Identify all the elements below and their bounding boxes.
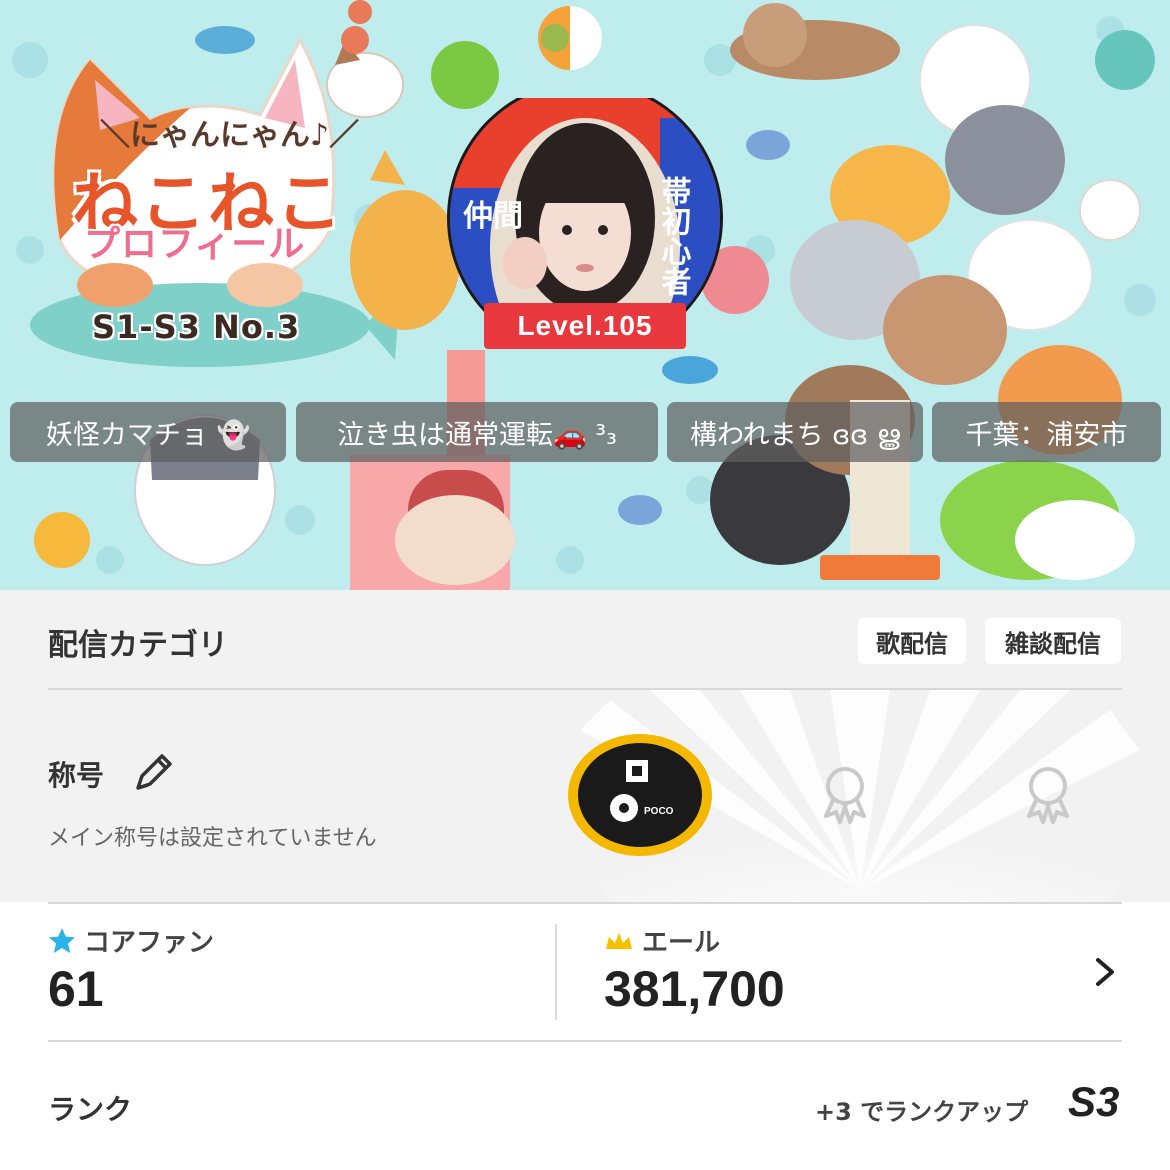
profile-banner: ＼にゃんにゃん♪／ ねこねこ プロフィール S1-S3 No.3 仲間 帯初心者…	[0, 0, 1170, 590]
rank-section[interactable]: ランク +3 でランクアップ S3	[0, 1040, 1170, 1170]
record-medal-icon[interactable]: POCO	[566, 732, 714, 858]
avatar[interactable]: 仲間 帯初心者	[445, 98, 725, 330]
empty-badge-icon[interactable]	[1013, 760, 1083, 830]
banner-rank-text: S1-S3 No.3	[92, 308, 301, 346]
profile-tag: 妖怪カマチョ 👻	[10, 402, 286, 462]
empty-badge-icon[interactable]	[810, 760, 880, 830]
yell-value: 381,700	[604, 961, 785, 1017]
profile-tag: 千葉：浦安市	[932, 402, 1161, 462]
title-label: 称号	[48, 759, 105, 792]
rank-up-hint: +3 でランクアップ	[815, 1098, 1029, 1126]
core-fan-label: コアファン	[48, 922, 214, 959]
category-chip-singing[interactable]: 歌配信	[858, 618, 966, 664]
category-section: 配信カテゴリ 歌配信 雑談配信 称号 メイン称号は設定されていません POCO	[0, 590, 1170, 902]
core-fan-label-text: コアファン	[84, 928, 215, 958]
edit-pencil-icon[interactable]	[130, 750, 176, 796]
section-divider	[48, 1040, 1122, 1042]
avatar-side-text-right: 帯初心者	[656, 176, 692, 296]
core-fan-value: 61	[48, 961, 104, 1017]
section-divider	[48, 902, 1122, 904]
stats-divider	[555, 924, 557, 1020]
banner-subtitle2: プロフィール	[84, 224, 306, 265]
medal-text: POCO	[644, 806, 674, 817]
star-icon	[49, 927, 75, 953]
stats-section[interactable]: コアファン 61 エール 381,700	[0, 902, 1170, 1040]
profile-tag: 泣き虫は通常運転🚗 ³₃	[296, 402, 658, 462]
yell-label: エール	[604, 922, 720, 959]
chevron-right-icon[interactable]	[1090, 954, 1120, 990]
profile-tag: 構われまち ɞɞ ൠ	[667, 402, 923, 462]
rank-value: S3	[1068, 1078, 1120, 1125]
level-badge: Level.105	[484, 303, 686, 349]
rank-label: ランク	[48, 1093, 133, 1126]
yell-label-text: エール	[642, 928, 721, 958]
category-title: 配信カテゴリ	[48, 628, 228, 663]
avatar-side-text-left: 仲間	[463, 199, 523, 234]
category-chip-chat[interactable]: 雑談配信	[985, 618, 1121, 664]
title-not-set-text: メイン称号は設定されていません	[48, 826, 377, 851]
crown-icon	[606, 932, 632, 949]
banner-subtitle: ＼にゃんにゃん♪／	[100, 118, 360, 153]
